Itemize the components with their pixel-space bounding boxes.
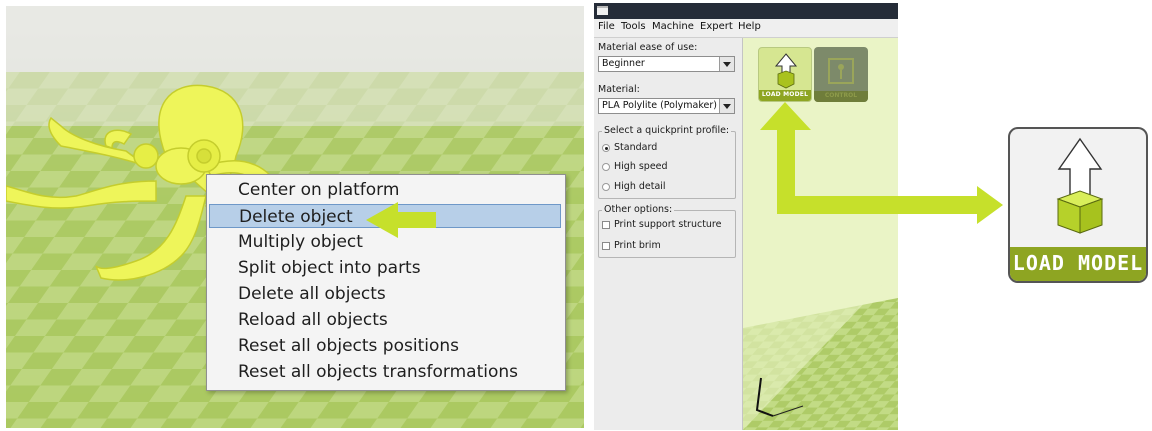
menu-item-reset-positions[interactable]: Reset all objects positions xyxy=(209,334,561,358)
load-model-button[interactable]: LOAD MODEL xyxy=(758,47,812,102)
load-model-button-zoomed: LOAD MODEL xyxy=(1008,127,1148,283)
menu-bar: File Tools Machine Expert Help xyxy=(594,19,898,38)
quickprint-profile-group: Select a quickprint profile: Standard Hi… xyxy=(598,125,736,199)
cura-window: File Tools Machine Expert Help Material … xyxy=(594,3,898,430)
quickprint-group-title: Select a quickprint profile: xyxy=(602,125,732,136)
control-label: CONTROL xyxy=(824,92,858,99)
load-model-strip: LOAD MODEL xyxy=(759,90,811,101)
radio-high-speed[interactable] xyxy=(602,163,610,171)
menu-file[interactable]: File xyxy=(598,21,615,32)
menu-item-delete-all-objects[interactable]: Delete all objects xyxy=(209,282,561,306)
option-brim-label: Print brim xyxy=(614,240,661,251)
upload-arrow-icon xyxy=(1056,137,1104,234)
menu-item-reload-all-objects[interactable]: Reload all objects xyxy=(209,308,561,332)
profile-standard-label: Standard xyxy=(614,142,658,153)
option-support-label: Print support structure xyxy=(614,219,722,230)
profile-high-detail-label: High detail xyxy=(614,181,666,192)
ease-label: Material ease of use: xyxy=(598,42,698,53)
menu-item-reset-transformations[interactable]: Reset all objects transformations xyxy=(209,360,561,384)
cube-icon xyxy=(777,70,795,89)
other-options-group: Other options: Print support structure P… xyxy=(598,204,736,258)
menu-item-center-on-platform[interactable]: Center on platform xyxy=(209,178,561,202)
material-label: Material: xyxy=(598,84,640,95)
upload-arrow-icon xyxy=(774,53,798,89)
chevron-down-icon[interactable] xyxy=(719,99,734,113)
chevron-down-icon[interactable] xyxy=(719,57,734,71)
control-button[interactable]: CONTROL xyxy=(814,47,868,102)
profile-high-speed-label: High speed xyxy=(614,161,668,172)
ease-select[interactable]: Beginner xyxy=(598,56,735,72)
checkbox-brim[interactable] xyxy=(602,242,610,250)
window-titlebar xyxy=(594,3,898,19)
control-strip: CONTROL xyxy=(814,91,868,102)
settings-sidebar: Material ease of use: Beginner Material:… xyxy=(594,38,743,430)
menu-tools[interactable]: Tools xyxy=(621,21,646,32)
cube-icon xyxy=(1056,190,1104,234)
window-icon xyxy=(597,6,608,15)
checkbox-support[interactable] xyxy=(602,221,610,229)
load-model-label: LOAD MODEL xyxy=(761,91,809,98)
ease-value: Beginner xyxy=(602,58,645,69)
menu-expert[interactable]: Expert xyxy=(700,21,733,32)
menu-help[interactable]: Help xyxy=(738,21,761,32)
material-value: PLA Polylite (Polymaker) xyxy=(602,100,717,111)
other-options-title: Other options: xyxy=(602,204,675,215)
menu-item-split-object[interactable]: Split object into parts xyxy=(209,256,561,280)
menu-machine[interactable]: Machine xyxy=(652,21,694,32)
printer-icon xyxy=(828,58,854,84)
material-select[interactable]: PLA Polylite (Polymaker) xyxy=(598,98,735,114)
radio-high-detail[interactable] xyxy=(602,183,610,191)
viewport-3d[interactable]: Center on platform Delete object Multipl… xyxy=(6,6,584,428)
zoomed-label-strip: LOAD MODEL xyxy=(1010,247,1146,281)
left-arrow-icon xyxy=(366,202,436,238)
zoomed-load-model-label: LOAD MODEL xyxy=(1012,251,1144,275)
radio-standard[interactable] xyxy=(602,144,610,152)
